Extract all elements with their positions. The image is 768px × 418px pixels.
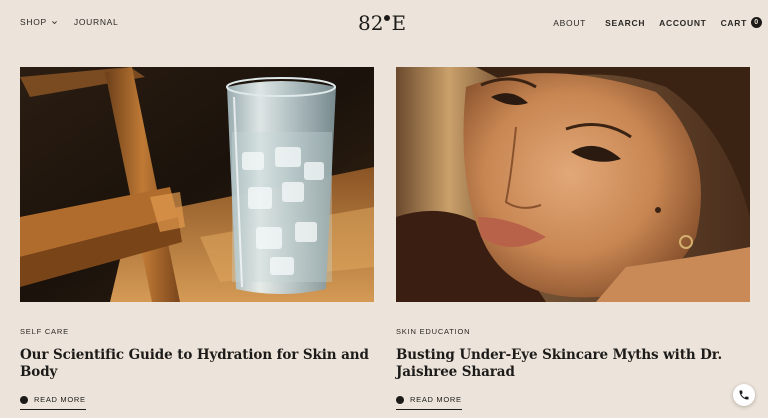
nav-account[interactable]: ACCOUNT [659,18,706,28]
phone-chat-icon [739,390,749,400]
bullet-icon [396,395,404,404]
read-more-link[interactable]: READ MORE [20,395,86,410]
logo-degree-dot [384,15,391,21]
cart-label: CART [720,17,747,28]
read-more-label: READ MORE [34,395,86,404]
logo-letter: E [391,11,407,35]
article-card: SKIN EDUCATION Busting Under-Eye Skincar… [396,67,750,410]
nav-cart[interactable]: CART 0 [721,17,762,28]
chevron-down-icon [51,20,57,24]
brand-logo[interactable]: 82 E [358,10,410,36]
nav-about[interactable]: ABOUT [553,18,586,28]
primary-nav: SHOP JOURNAL [20,17,118,27]
nav-journal[interactable]: JOURNAL [74,17,119,27]
logo-number: 82 [358,11,384,35]
article-image-portrait[interactable] [396,67,750,302]
bullet-icon [20,395,28,404]
article-category[interactable]: SKIN EDUCATION [396,327,750,336]
site-header: SHOP JOURNAL 82 E ABOUT SEARCH ACCOUNT C… [0,0,768,46]
nav-search[interactable]: SEARCH [605,18,645,28]
article-image-water-glass[interactable] [20,67,374,302]
utility-nav: ABOUT SEARCH ACCOUNT CART 0 [553,17,762,28]
article-title[interactable]: Busting Under-Eye Skincare Myths with Dr… [396,347,750,381]
nav-shop-label: SHOP [20,17,47,27]
chat-button[interactable] [733,384,755,406]
read-more-link[interactable]: READ MORE [396,395,462,410]
read-more-label: READ MORE [410,395,462,404]
cart-count-badge: 0 [751,17,762,28]
article-card: SELF CARE Our Scientific Guide to Hydrat… [20,67,374,410]
nav-shop[interactable]: SHOP [20,17,58,27]
nav-journal-label: JOURNAL [73,17,119,27]
article-category[interactable]: SELF CARE [20,327,374,336]
article-title[interactable]: Our Scientific Guide to Hydration for Sk… [20,347,374,381]
